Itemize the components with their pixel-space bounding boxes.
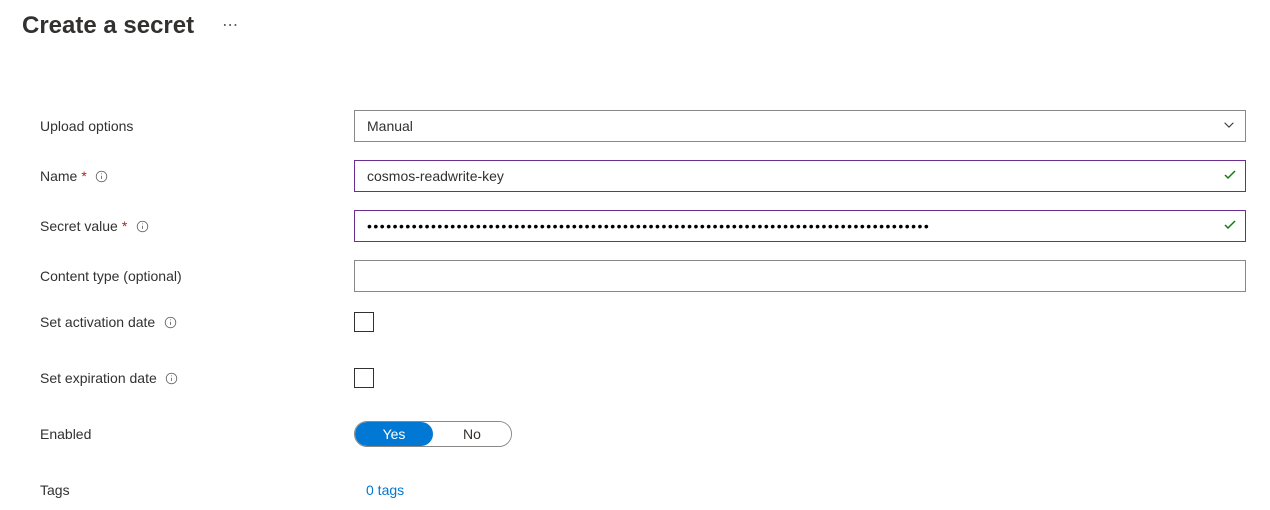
activation-date-checkbox[interactable] xyxy=(354,312,374,332)
info-icon[interactable] xyxy=(163,315,177,329)
enabled-label: Enabled xyxy=(40,426,91,442)
upload-options-select[interactable]: Manual xyxy=(354,110,1246,142)
expiration-date-label: Set expiration date xyxy=(40,370,157,386)
enabled-yes-option[interactable]: Yes xyxy=(355,422,433,446)
expiration-date-checkbox[interactable] xyxy=(354,368,374,388)
required-indicator: * xyxy=(81,168,86,184)
create-secret-form: Upload options Manual Name * xyxy=(22,110,1248,506)
tags-link[interactable]: 0 tags xyxy=(354,482,404,498)
tags-label: Tags xyxy=(40,482,70,498)
enabled-no-option[interactable]: No xyxy=(433,422,511,446)
info-icon[interactable] xyxy=(165,371,179,385)
secret-value-input[interactable]: ••••••••••••••••••••••••••••••••••••••••… xyxy=(354,210,1246,242)
more-actions-icon[interactable]: ⋯ xyxy=(222,18,239,34)
page-title: Create a secret xyxy=(22,12,194,40)
content-type-input[interactable] xyxy=(354,260,1246,292)
name-label: Name xyxy=(40,168,77,184)
info-icon[interactable] xyxy=(95,169,109,183)
required-indicator: * xyxy=(122,218,127,234)
name-input[interactable] xyxy=(354,160,1246,192)
content-type-label: Content type (optional) xyxy=(40,268,182,284)
secret-value-label: Secret value xyxy=(40,218,118,234)
info-icon[interactable] xyxy=(135,219,149,233)
secret-value-masked: ••••••••••••••••••••••••••••••••••••••••… xyxy=(367,218,930,234)
upload-options-label: Upload options xyxy=(40,118,133,134)
upload-options-value: Manual xyxy=(367,118,413,134)
enabled-toggle: Yes No xyxy=(354,421,512,447)
activation-date-label: Set activation date xyxy=(40,314,155,330)
